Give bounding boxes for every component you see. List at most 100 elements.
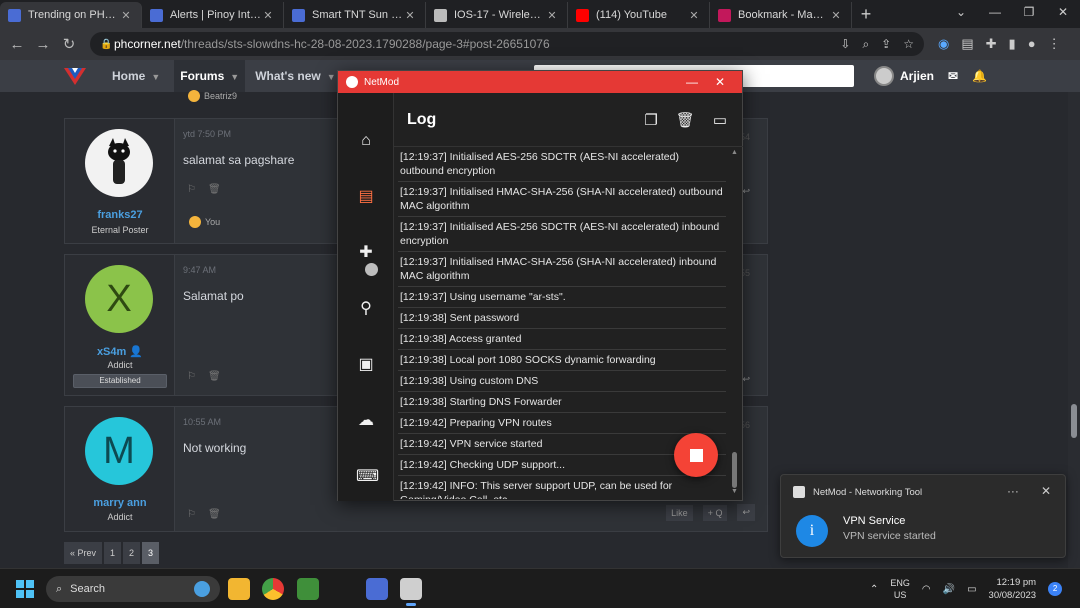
nav-home[interactable]: Home ▼ (106, 60, 166, 92)
restore-button[interactable]: ❐ (1012, 0, 1046, 26)
post-username[interactable]: franks27 (65, 209, 175, 221)
stop-button[interactable] (674, 433, 718, 477)
close-tab-icon[interactable]: ✕ (829, 9, 843, 22)
post-time[interactable]: ytd 7:50 PM (183, 129, 231, 139)
lock-icon[interactable]: 🔒 (100, 39, 114, 50)
copy-icon[interactable]: ❐ (644, 111, 657, 129)
avatar[interactable]: X (85, 265, 153, 333)
sidepanel-icon[interactable]: ▮ (1009, 36, 1016, 52)
avatar[interactable]: M (85, 417, 153, 485)
menu-icon[interactable]: ⋮ (1048, 36, 1061, 52)
trash-icon[interactable]: 🗑 (208, 184, 221, 195)
tab-search-icon[interactable]: ⌄ (944, 0, 978, 26)
like-button[interactable]: Like (666, 504, 693, 521)
prev-page-button[interactable]: « Prev (64, 542, 103, 564)
chrome-icon[interactable] (262, 578, 284, 600)
browser-tab[interactable]: IOS-17 - Wireless - L✕ (426, 2, 568, 28)
username-link[interactable]: Arjien (900, 69, 934, 83)
post-username[interactable]: xS4m 👤 (65, 345, 175, 358)
back-icon[interactable]: ← (4, 36, 30, 53)
flag-icon[interactable]: ⚐ (187, 184, 196, 195)
reading-list-icon[interactable]: ▤ (961, 36, 973, 52)
puzzle-icon[interactable]: ✚ (986, 36, 997, 52)
log-icon[interactable]: ▤ (356, 187, 376, 207)
netmod-minimize-button[interactable]: — (678, 75, 706, 89)
wifi-icon[interactable]: ◠ (922, 584, 931, 595)
zoom-icon[interactable]: ⌕ (862, 37, 869, 52)
site-logo[interactable] (62, 65, 88, 87)
proxy-icon[interactable]: ▣ (356, 355, 376, 375)
install-icon[interactable]: ⇩ (840, 37, 850, 52)
new-tab-button[interactable]: + (852, 2, 880, 28)
nav-forums[interactable]: Forums ▼ (174, 60, 246, 92)
clock[interactable]: 12:19 pm 30/08/2023 (989, 576, 1037, 602)
mail-icon[interactable]: ✉ (948, 69, 958, 83)
bing-icon[interactable] (194, 581, 210, 597)
post-username[interactable]: marry ann (65, 497, 175, 509)
flag-icon[interactable]: ⚐ (187, 509, 196, 520)
notification-badge[interactable]: 2 (1048, 582, 1063, 596)
netmod-close-button[interactable]: ✕ (706, 75, 734, 89)
remote-app-icon[interactable] (366, 578, 388, 600)
trash-icon[interactable]: 🗑 (208, 371, 221, 382)
quote-button[interactable]: + Q (702, 504, 728, 521)
scroll-down-icon[interactable]: ▼ (731, 488, 738, 495)
close-tab-icon[interactable]: ✕ (119, 9, 133, 22)
scrollbar-thumb[interactable] (1071, 404, 1077, 438)
trash-icon[interactable]: 🗑 (208, 509, 221, 520)
bookmark-star-icon[interactable]: ☆ (903, 37, 914, 52)
avatar[interactable] (874, 66, 894, 86)
close-window-button[interactable]: ✕ (1046, 0, 1080, 26)
home-icon[interactable]: ⌂ (356, 131, 376, 151)
netmod-taskbar-icon[interactable] (400, 578, 422, 606)
profile-icon[interactable]: ● (1028, 36, 1036, 52)
windows-start-icon[interactable] (16, 580, 34, 598)
browser-tab[interactable]: (114) YouTube ✕ (568, 2, 710, 28)
notification-toast[interactable]: NetMod - Networking Tool ··· ✕ i VPN Ser… (780, 474, 1066, 558)
minimize-button[interactable]: — (978, 0, 1012, 26)
page-scrollbar[interactable] (1068, 92, 1080, 568)
language-indicator[interactable]: ENG US (890, 577, 910, 601)
puzzle-icon[interactable]: ✚ (356, 243, 376, 263)
terminal-icon[interactable]: ⌨ (356, 467, 379, 487)
bell-icon[interactable]: 🔔 (972, 69, 987, 83)
url-input[interactable]: 🔒 phcorner.net/threads/sts-slowdns-hc-28… (90, 32, 924, 56)
reload-icon[interactable]: ↻ (56, 35, 82, 53)
battery-icon[interactable]: ▭ (967, 584, 976, 595)
close-icon[interactable]: ✕ (1041, 484, 1051, 498)
close-tab-icon[interactable]: ✕ (687, 9, 701, 22)
post-reactions[interactable]: You (189, 216, 220, 228)
browser-tab[interactable]: Smart TNT Sun - STS✕ (284, 2, 426, 28)
page-3-button[interactable]: 3 (142, 542, 160, 564)
avatar[interactable] (85, 129, 153, 197)
forward-icon[interactable]: → (30, 36, 56, 53)
chevron-up-icon[interactable]: ⌃ (870, 584, 878, 595)
browser-tab[interactable]: Bookmark - Mangana✕ (710, 2, 852, 28)
post-time[interactable]: 9:47 AM (183, 265, 216, 275)
reply-icon[interactable]: ↩ (737, 504, 755, 521)
location-pin-icon[interactable]: ⚲ (356, 299, 376, 319)
network-app-icon[interactable] (297, 578, 319, 600)
netmod-titlebar[interactable]: NetMod — ✕ (338, 71, 742, 93)
volume-icon[interactable]: 🔊 (943, 584, 955, 595)
flag-icon[interactable]: ⚐ (187, 371, 196, 382)
close-tab-icon[interactable]: ✕ (261, 9, 275, 22)
extension-icon[interactable]: ◉ (938, 36, 949, 52)
cloud-icon[interactable]: ☁ (356, 411, 376, 431)
log-scrollbar[interactable]: ▲ ▼ (731, 147, 739, 497)
close-tab-icon[interactable]: ✕ (403, 9, 417, 22)
page-1-button[interactable]: 1 (104, 542, 122, 564)
share-icon[interactable]: ⇪ (881, 37, 891, 52)
browser-tab[interactable]: Trending on PHCorner✕ (0, 2, 142, 28)
scrollbar-thumb[interactable] (732, 452, 737, 488)
more-options-icon[interactable]: ··· (1007, 484, 1019, 498)
view-icon[interactable]: ▭ (713, 111, 727, 129)
scroll-up-icon[interactable]: ▲ (731, 149, 738, 156)
close-tab-icon[interactable]: ✕ (545, 9, 559, 22)
post-time[interactable]: 10:55 AM (183, 417, 221, 427)
taskbar-search[interactable]: ⌕ Search (46, 576, 220, 602)
nav-whats-new[interactable]: What's new ▼ (249, 60, 341, 92)
file-explorer-icon[interactable] (228, 578, 250, 600)
clear-log-icon[interactable]: 🗑 (676, 111, 695, 129)
browser-tab[interactable]: Alerts | Pinoy Internet✕ (142, 2, 284, 28)
